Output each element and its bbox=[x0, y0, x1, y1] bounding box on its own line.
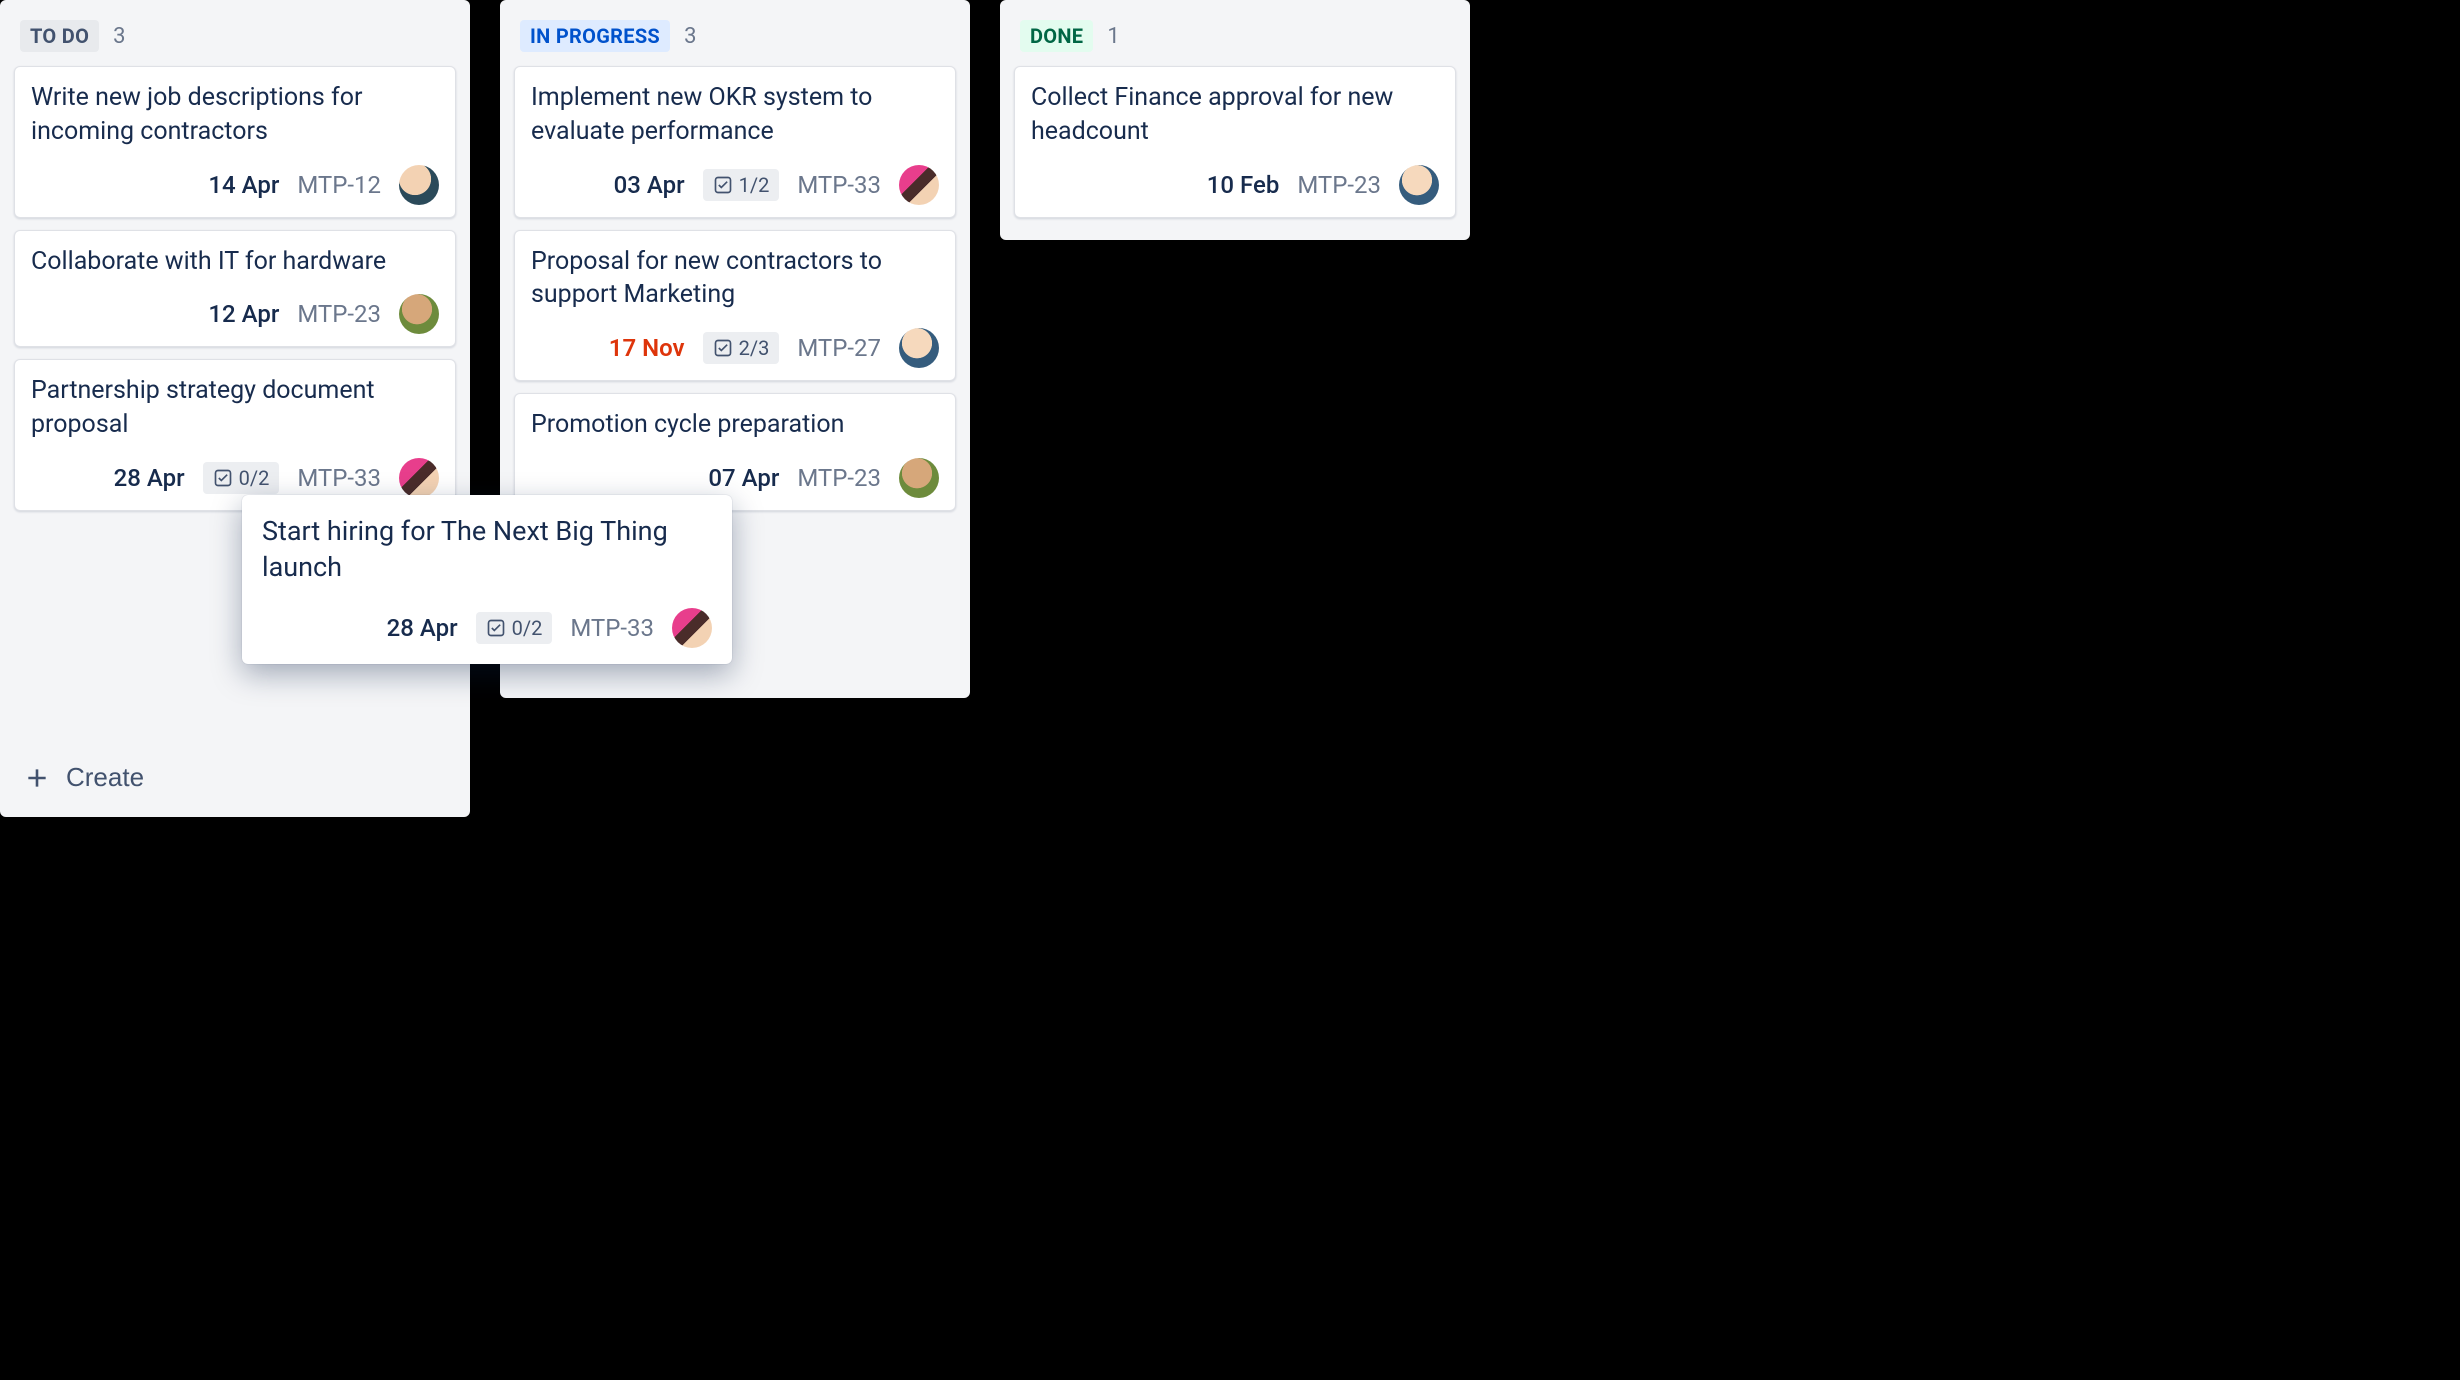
checklist-icon bbox=[213, 468, 233, 488]
assignee-avatar[interactable] bbox=[399, 294, 439, 334]
assignee-avatar[interactable] bbox=[899, 165, 939, 205]
column-count: 3 bbox=[113, 24, 125, 49]
subtask-count: 0/2 bbox=[239, 466, 270, 490]
due-date: 07 Apr bbox=[708, 464, 779, 492]
ticket-id: MTP-33 bbox=[570, 614, 654, 642]
assignee-avatar[interactable] bbox=[399, 458, 439, 498]
dragging-card[interactable]: Start hiring for The Next Big Thing laun… bbox=[242, 495, 732, 664]
card[interactable]: Write new job descriptions for incoming … bbox=[14, 66, 456, 218]
card-meta: 17 Nov 2/3 MTP-27 bbox=[531, 328, 939, 368]
ticket-id: MTP-33 bbox=[797, 171, 881, 199]
card-title: Promotion cycle preparation bbox=[531, 408, 939, 442]
card[interactable]: Implement new OKR system to evaluate per… bbox=[514, 66, 956, 218]
card-title: Proposal for new contractors to support … bbox=[531, 245, 939, 313]
card-title: Implement new OKR system to evaluate per… bbox=[531, 81, 939, 149]
due-date: 14 Apr bbox=[208, 171, 279, 199]
column-todo[interactable]: TO DO 3 Write new job descriptions for i… bbox=[0, 0, 470, 817]
subtask-badge: 1/2 bbox=[703, 169, 780, 201]
card-meta: 10 Feb MTP-23 bbox=[1031, 165, 1439, 205]
card[interactable]: Partnership strategy document proposal 2… bbox=[14, 359, 456, 511]
plus-icon bbox=[24, 765, 50, 791]
column-count: 1 bbox=[1107, 24, 1119, 49]
card-meta: 03 Apr 1/2 MTP-33 bbox=[531, 165, 939, 205]
assignee-avatar[interactable] bbox=[899, 328, 939, 368]
card-title: Collaborate with IT for hardware bbox=[31, 245, 439, 279]
card-meta: 28 Apr 0/2 MTP-33 bbox=[262, 608, 712, 648]
column-count: 3 bbox=[684, 24, 696, 49]
subtask-count: 0/2 bbox=[512, 616, 543, 640]
column-header: DONE 1 bbox=[1014, 14, 1456, 66]
subtask-badge: 2/3 bbox=[703, 332, 780, 364]
subtask-count: 1/2 bbox=[739, 173, 770, 197]
assignee-avatar[interactable] bbox=[399, 165, 439, 205]
card-meta: 28 Apr 0/2 MTP-33 bbox=[31, 458, 439, 498]
card-list: Implement new OKR system to evaluate per… bbox=[514, 66, 956, 511]
card-meta: 07 Apr MTP-23 bbox=[531, 458, 939, 498]
column-header: IN PROGRESS 3 bbox=[514, 14, 956, 66]
ticket-id: MTP-23 bbox=[1297, 171, 1381, 199]
card[interactable]: Collaborate with IT for hardware 12 Apr … bbox=[14, 230, 456, 348]
card-title: Write new job descriptions for incoming … bbox=[31, 81, 439, 149]
card[interactable]: Promotion cycle preparation 07 Apr MTP-2… bbox=[514, 393, 956, 511]
due-date-overdue: 17 Nov bbox=[609, 334, 685, 362]
column-title: IN PROGRESS bbox=[520, 20, 670, 52]
card-meta: 14 Apr MTP-12 bbox=[31, 165, 439, 205]
card-title: Start hiring for The Next Big Thing laun… bbox=[262, 513, 712, 586]
column-title: DONE bbox=[1020, 20, 1093, 52]
checklist-icon bbox=[713, 338, 733, 358]
ticket-id: MTP-33 bbox=[297, 464, 381, 492]
card-list: Write new job descriptions for incoming … bbox=[14, 66, 456, 511]
checklist-icon bbox=[486, 618, 506, 638]
due-date: 03 Apr bbox=[614, 171, 685, 199]
due-date: 12 Apr bbox=[208, 300, 279, 328]
column-header: TO DO 3 bbox=[14, 14, 456, 66]
due-date: 28 Apr bbox=[387, 614, 458, 642]
card-title: Collect Finance approval for new headcou… bbox=[1031, 81, 1439, 149]
due-date: 28 Apr bbox=[114, 464, 185, 492]
create-button[interactable]: Create bbox=[14, 756, 154, 799]
assignee-avatar[interactable] bbox=[899, 458, 939, 498]
ticket-id: MTP-23 bbox=[297, 300, 381, 328]
subtask-count: 2/3 bbox=[739, 336, 770, 360]
card-title: Partnership strategy document proposal bbox=[31, 374, 439, 442]
column-title: TO DO bbox=[20, 20, 99, 52]
kanban-board: TO DO 3 Write new job descriptions for i… bbox=[0, 0, 2460, 1380]
column-done[interactable]: DONE 1 Collect Finance approval for new … bbox=[1000, 0, 1470, 240]
ticket-id: MTP-27 bbox=[797, 334, 881, 362]
create-label: Create bbox=[66, 762, 144, 793]
assignee-avatar[interactable] bbox=[1399, 165, 1439, 205]
due-date: 10 Feb bbox=[1207, 171, 1280, 199]
subtask-badge: 0/2 bbox=[203, 462, 280, 494]
ticket-id: MTP-23 bbox=[797, 464, 881, 492]
ticket-id: MTP-12 bbox=[297, 171, 381, 199]
subtask-badge: 0/2 bbox=[476, 612, 553, 644]
assignee-avatar[interactable] bbox=[672, 608, 712, 648]
card[interactable]: Proposal for new contractors to support … bbox=[514, 230, 956, 382]
checklist-icon bbox=[713, 175, 733, 195]
card[interactable]: Collect Finance approval for new headcou… bbox=[1014, 66, 1456, 218]
card-list: Collect Finance approval for new headcou… bbox=[1014, 66, 1456, 218]
card-meta: 12 Apr MTP-23 bbox=[31, 294, 439, 334]
